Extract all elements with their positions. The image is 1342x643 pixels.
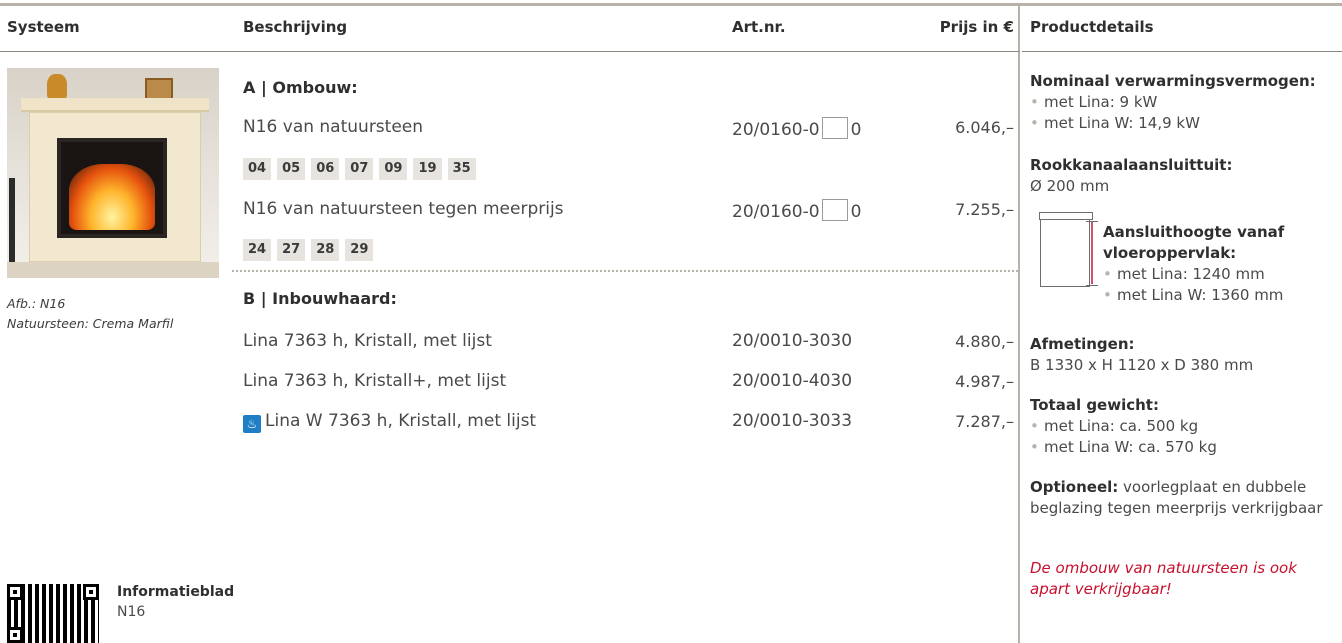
- info-sheet-title: Informatieblad: [117, 584, 235, 600]
- color-code-chip: 06: [311, 158, 340, 180]
- color-code-chip: 28: [311, 239, 340, 261]
- photo-caption: Afb.: N16 Natuursteen: Crema Marfil: [7, 296, 174, 331]
- top-rule: [0, 3, 1342, 6]
- header-beschrijving: Beschrijving: [243, 18, 348, 36]
- color-code-chip: 24: [243, 239, 272, 261]
- color-code-chip: 27: [277, 239, 306, 261]
- row-price: 4.987,–: [955, 372, 1014, 391]
- color-code-chip: 07: [345, 158, 374, 180]
- color-code-chip: 29: [345, 239, 374, 261]
- row-art: 20/0010-3033: [732, 411, 853, 431]
- section-b-title: B | Inbouwhaard:: [243, 289, 397, 308]
- optional-block: Optioneel: voorlegplaat en dubbele begla…: [1030, 478, 1323, 517]
- header-rule: [0, 51, 1020, 52]
- section-divider: [232, 270, 1018, 272]
- row-desc: ♨ Lina W 7363 h, Kristall, met lijst: [243, 411, 536, 433]
- water-heating-icon: ♨: [243, 415, 261, 433]
- row-desc: Lina 7363 h, Kristall+, met lijst: [243, 371, 507, 391]
- row-price: 7.255,–: [955, 200, 1014, 219]
- column-divider: [1018, 3, 1020, 643]
- row-price: 4.880,–: [955, 332, 1014, 351]
- color-code-chip: 09: [379, 158, 408, 180]
- row-art: 20/0010-4030: [732, 371, 853, 391]
- row-price: 6.046,–: [955, 118, 1014, 137]
- connection-height-block: Aansluithoogte vanaf vloeroppervlak: met…: [1103, 222, 1335, 306]
- height-dimension-line: [1091, 222, 1093, 284]
- header-systeem: Systeem: [7, 18, 80, 36]
- row-desc: N16 van natuursteen: [243, 117, 424, 137]
- art-variant-box: [821, 199, 848, 221]
- color-code-chip: 19: [413, 158, 442, 180]
- header-prijs: Prijs in €: [939, 18, 1014, 36]
- dimensions-block: Afmetingen: B 1330 x H 1120 x D 380 mm: [1030, 335, 1254, 374]
- art-variant-box: [821, 117, 848, 139]
- chip-group-1: 04 05 06 07 09 19 35: [243, 158, 476, 180]
- connection-height-diagram: [1039, 212, 1093, 287]
- header-artnr: Art.nr.: [732, 18, 786, 36]
- row-desc: Lina 7363 h, Kristall, met lijst: [243, 331, 492, 351]
- row-art: 20/0010-3030: [732, 331, 853, 351]
- heating-block: Nominaal verwarmingsvermogen: met Lina: …: [1030, 71, 1335, 134]
- availability-note: De ombouw van natuursteen is ook apart v…: [1030, 559, 1297, 598]
- qr-code[interactable]: [7, 584, 99, 643]
- product-photo: [7, 68, 219, 278]
- chip-group-2: 24 27 28 29: [243, 239, 374, 261]
- flue-block: Rookkanaalaansluittuit: Ø 200 mm: [1030, 156, 1233, 195]
- info-sheet-model: N16: [117, 604, 146, 620]
- row-price: 7.287,–: [955, 412, 1014, 431]
- row-desc: N16 van natuursteen tegen meerprijs: [243, 199, 564, 219]
- section-a-title: A | Ombouw:: [243, 78, 358, 97]
- header-productdetails: Productdetails: [1030, 18, 1154, 36]
- color-code-chip: 04: [243, 158, 272, 180]
- row-art: 20/0160-0 0: [732, 199, 861, 222]
- row-art: 20/0160-0 0: [732, 117, 861, 140]
- header-rule-right: [1022, 51, 1342, 52]
- color-code-chip: 35: [447, 158, 476, 180]
- weight-block: Totaal gewicht: met Lina: ca. 500 kg met…: [1030, 395, 1335, 458]
- color-code-chip: 05: [277, 158, 306, 180]
